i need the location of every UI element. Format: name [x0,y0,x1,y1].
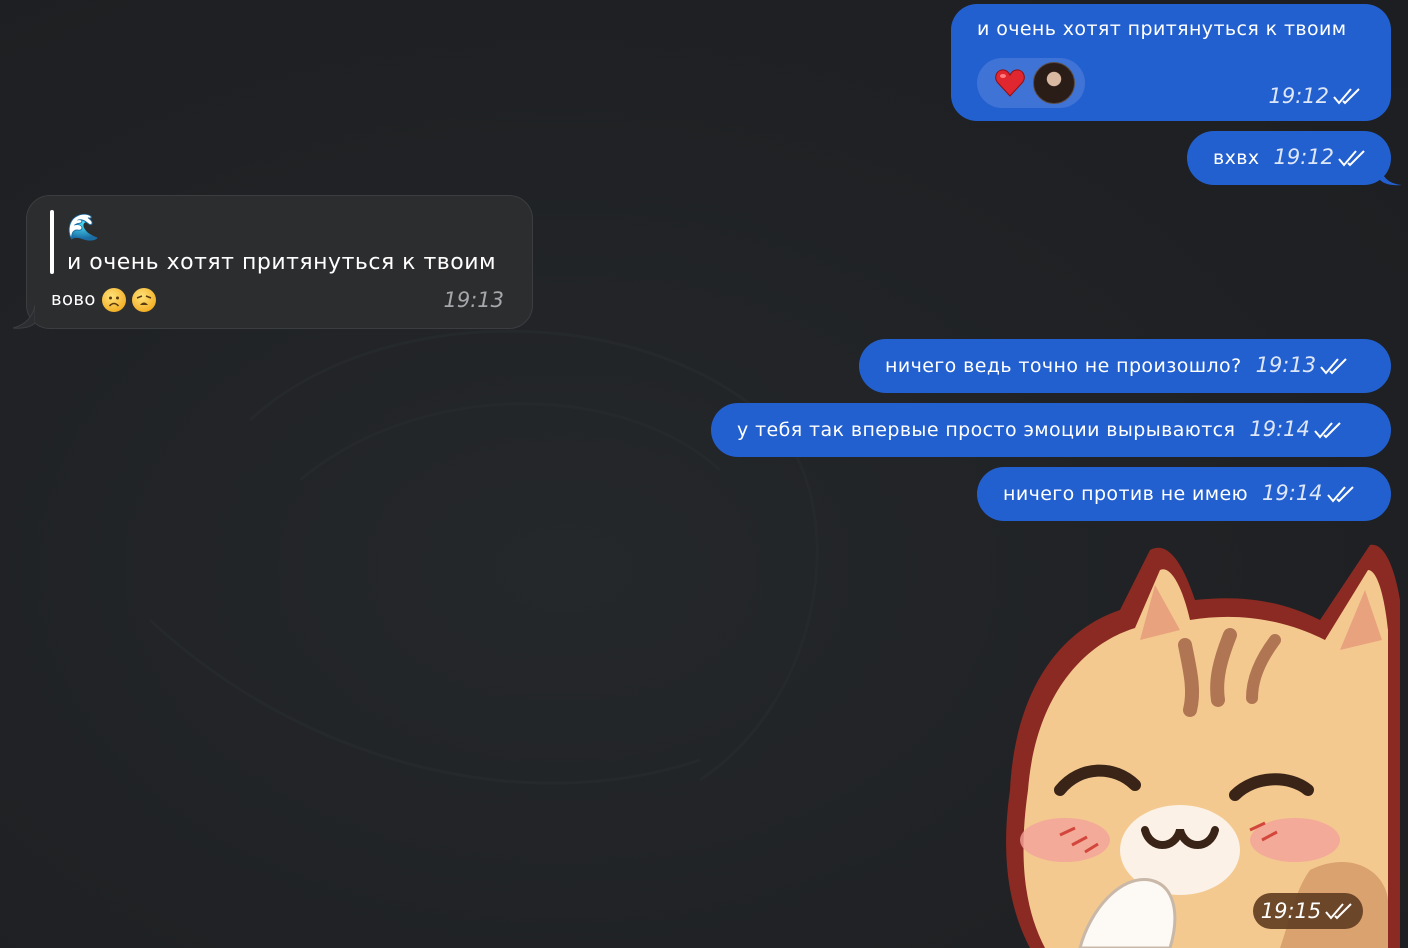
outgoing-message[interactable]: ничего против не имею 19:14 [977,467,1391,521]
message-time: 19:12 [1273,145,1335,170]
outgoing-message[interactable]: ничего ведь точно не произошло? 19:13 [859,339,1391,393]
outgoing-message[interactable]: вхвх 19:12 [1187,131,1391,185]
quoted-emoji: 🌊 [67,213,100,243]
message-text: вово [51,289,96,311]
message-time: 19:14 [1262,481,1323,506]
quoted-text: и очень хотят притянуться к твоим [67,250,497,275]
message-text: ничего ведь точно не произошло? [885,354,1242,377]
chat-area: и очень хотят притянуться к твоим 19:12 … [0,0,1408,948]
outgoing-message-with-reaction[interactable]: и очень хотят притянуться к твоим 19:12 [951,4,1391,121]
message-time: 19:15 [1260,899,1322,923]
reaction-pill[interactable] [977,58,1085,108]
avatar[interactable] [1033,62,1075,104]
read-checkmarks-icon [1326,485,1357,503]
read-checkmarks-icon [1338,149,1368,167]
heart-icon [995,69,1025,97]
cat-sticker[interactable] [990,540,1408,948]
incoming-message-with-reply[interactable]: 🌊 и очень хотят притянуться к твоим вово… [26,195,533,329]
read-checkmarks-icon [1325,902,1355,920]
message-text: у тебя так впервые просто эмоции вырываю… [737,418,1236,441]
message-time: 19:14 [1249,417,1310,442]
read-checkmarks-icon [1333,87,1363,105]
outgoing-message[interactable]: у тебя так впервые просто эмоции вырываю… [711,403,1391,457]
bubble-tail-icon [13,305,35,329]
message-text: вхвх [1213,146,1260,169]
message-time: 19:13 [443,288,504,312]
bubble-tail-icon [1380,166,1402,186]
sticker-time-badge: 19:15 [1253,893,1363,929]
read-checkmarks-icon [1314,421,1344,439]
sad-face-icon [101,288,126,312]
message-time: 19:13 [1255,353,1317,378]
weary-face-icon [131,288,156,312]
message-time: 19:12 [1268,83,1329,108]
message-text: ничего против не имею [1003,482,1249,505]
message-text: и очень хотят притянуться к твоим [977,18,1347,40]
reply-quote-bar [50,210,54,274]
read-checkmarks-icon [1320,357,1350,375]
